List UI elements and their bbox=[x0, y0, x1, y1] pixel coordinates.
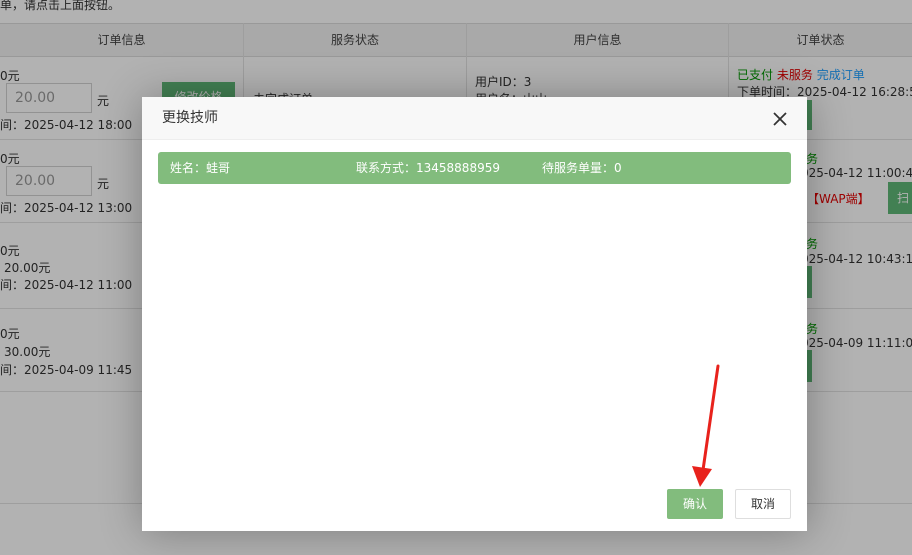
dialog-header: 更换技师 bbox=[142, 97, 807, 140]
technician-contact: 联系方式：13458888959 bbox=[356, 161, 500, 175]
technician-name: 姓名：蛙哥 bbox=[170, 161, 231, 175]
confirm-button[interactable]: 确认 bbox=[667, 489, 723, 519]
technician-option[interactable]: 姓名：蛙哥 联系方式：13458888959 待服务单量：0 bbox=[158, 152, 791, 184]
dialog-title: 更换技师 bbox=[162, 110, 218, 126]
technician-pending-orders: 待服务单量：0 bbox=[542, 161, 622, 175]
cancel-button[interactable]: 取消 bbox=[735, 489, 791, 519]
close-icon[interactable] bbox=[769, 108, 791, 130]
change-technician-dialog: 更换技师 姓名：蛙哥 联系方式：13458888959 待服务单量：0 确认 取… bbox=[142, 97, 807, 531]
